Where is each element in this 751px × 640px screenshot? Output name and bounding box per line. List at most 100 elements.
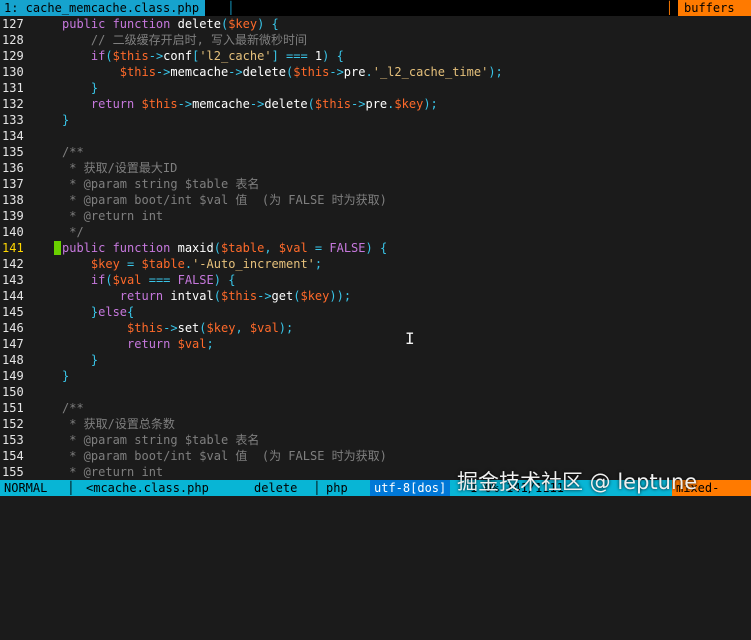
code-line[interactable]: 143 if($val === FALSE) { bbox=[0, 272, 751, 288]
line-number: 152 bbox=[2, 417, 24, 431]
code-line[interactable]: 133} bbox=[0, 112, 751, 128]
code-token: ] === bbox=[271, 49, 315, 63]
separator-icon: ▕ bbox=[310, 481, 318, 495]
line-number: 129 bbox=[2, 49, 24, 63]
code-text: // 二级缓存开启时, 写入最新微秒时间 bbox=[62, 32, 307, 48]
code-line[interactable]: 131 } bbox=[0, 80, 751, 96]
code-line[interactable]: 135 /** bbox=[0, 144, 751, 160]
code-token: pre bbox=[365, 97, 388, 111]
tab-separator-icon: ▕ bbox=[224, 1, 232, 15]
line-number: 146 bbox=[2, 321, 24, 335]
code-line[interactable]: 142 $key = $table.'-Auto_increment'; bbox=[0, 256, 751, 272]
code-text: } bbox=[62, 112, 69, 128]
code-token: memcache bbox=[192, 97, 250, 111]
code-token: FALSE bbox=[329, 241, 366, 255]
code-line[interactable]: 145 }else{ bbox=[0, 304, 751, 320]
code-line[interactable]: 132 return $this->memcache->delete($this… bbox=[0, 96, 751, 112]
code-token: ( bbox=[307, 97, 315, 111]
line-number: 130 bbox=[2, 65, 24, 79]
code-line[interactable]: 144 return intval($this->get($key)); bbox=[0, 288, 751, 304]
code-token: // 二级缓存开启时, 写入最新微秒时间 bbox=[62, 33, 308, 47]
status-function: delete bbox=[254, 481, 298, 495]
code-token: } bbox=[62, 369, 70, 383]
code-line[interactable]: 150 bbox=[0, 384, 751, 400]
code-token: $this bbox=[62, 65, 156, 79]
code-text: return $this->memcache->delete($this->pr… bbox=[62, 96, 438, 112]
line-number: 128 bbox=[2, 33, 24, 47]
code-text: * @param string $table 表名 bbox=[62, 176, 259, 192]
code-line[interactable]: 140 */ bbox=[0, 224, 751, 240]
code-token: { bbox=[127, 305, 135, 319]
code-text: * @param string $table 表名 bbox=[62, 432, 259, 448]
code-line[interactable]: 128 // 二级缓存开启时, 写入最新微秒时间 bbox=[0, 32, 751, 48]
status-file-name: <mcache.class.php bbox=[86, 481, 209, 495]
code-line[interactable]: 152 * 获取/设置总条数 bbox=[0, 416, 751, 432]
code-token: FALSE bbox=[177, 273, 214, 287]
code-text: $key = $table.'-Auto_increment'; bbox=[62, 256, 322, 272]
code-token: $this bbox=[62, 321, 164, 335]
code-token: * @return int bbox=[62, 209, 164, 223]
code-line[interactable]: 149} bbox=[0, 368, 751, 384]
code-token: === bbox=[141, 273, 178, 287]
code-text: public function maxid($table, $val = FAL… bbox=[62, 240, 387, 256]
code-text: public function delete($key) { bbox=[62, 16, 279, 32]
code-text: * @param boot/int $val 值 (为 FALSE 时为获取) bbox=[62, 192, 387, 208]
code-line[interactable]: 134 bbox=[0, 128, 751, 144]
code-token: $key bbox=[228, 17, 258, 31]
line-number: 148 bbox=[2, 353, 24, 367]
line-number: 127 bbox=[2, 17, 24, 31]
code-line[interactable]: 136 * 获取/设置最大ID bbox=[0, 160, 751, 176]
code-token: '_l2_cache_time' bbox=[372, 65, 489, 79]
code-line[interactable]: 141 public function maxid($table, $val = … bbox=[0, 240, 751, 256]
code-token: get bbox=[271, 289, 294, 303]
tab-cache-memcache[interactable]: 1: cache_memcache.class.php bbox=[0, 0, 206, 16]
code-token: $val bbox=[249, 321, 279, 335]
code-token: ); bbox=[278, 321, 294, 335]
code-line[interactable]: 154 * @param boot/int $val 值 (为 FALSE 时为… bbox=[0, 448, 751, 464]
command-line[interactable] bbox=[0, 496, 751, 512]
code-editor[interactable]: 127 public function delete($key) {128 // … bbox=[0, 16, 751, 480]
code-line[interactable]: 139 * @return int bbox=[0, 208, 751, 224]
line-number: 155 bbox=[2, 465, 24, 479]
code-line[interactable]: 148 } bbox=[0, 352, 751, 368]
code-token: pre bbox=[343, 65, 366, 79]
line-number: 145 bbox=[2, 305, 24, 319]
code-line[interactable]: 138 * @param boot/int $val 值 (为 FALSE 时为… bbox=[0, 192, 751, 208]
watermark: 掘金技术社区 @ leptune bbox=[457, 470, 698, 494]
code-token: /** bbox=[62, 145, 84, 159]
code-token: $key bbox=[62, 257, 120, 271]
code-line[interactable]: 146 $this->set($key, $val); bbox=[0, 320, 751, 336]
mode-indicator: NORMAL bbox=[0, 480, 52, 496]
code-token: ) { bbox=[213, 273, 236, 287]
code-token: ); bbox=[488, 65, 503, 79]
line-number: 154 bbox=[2, 449, 24, 463]
code-line[interactable]: 129 if($this->conf['l2_cache'] === 1) { bbox=[0, 48, 751, 64]
code-line[interactable]: 151 /** bbox=[0, 400, 751, 416]
code-text: return intval($this->get($key)); bbox=[62, 288, 351, 304]
code-token: * @return int bbox=[62, 465, 164, 479]
code-line[interactable]: 137 * @param string $table 表名 bbox=[0, 176, 751, 192]
code-token: = bbox=[119, 257, 142, 271]
status-encoding: utf-8[dos] bbox=[370, 480, 451, 496]
mouse-cursor-icon: I bbox=[405, 329, 415, 348]
buffers-label[interactable]: buffers bbox=[678, 0, 751, 16]
code-line[interactable]: 153 * @param string $table 表名 bbox=[0, 432, 751, 448]
code-token: conf bbox=[163, 49, 193, 63]
code-token: } bbox=[62, 353, 99, 367]
code-token: -> bbox=[155, 65, 171, 79]
code-token: * 获取/设置最大ID bbox=[62, 161, 178, 175]
code-token: -> bbox=[177, 97, 193, 111]
code-line[interactable]: 130 $this->memcache->delete($this->pre.'… bbox=[0, 64, 751, 80]
code-token: } bbox=[62, 305, 99, 319]
code-line[interactable]: 127 public function delete($key) { bbox=[0, 16, 751, 32]
line-number: 142 bbox=[2, 257, 24, 271]
code-token: ( bbox=[213, 289, 221, 303]
code-token: maxid bbox=[177, 241, 214, 255]
code-token: * 获取/设置总条数 bbox=[62, 417, 175, 431]
code-token: -> bbox=[329, 65, 344, 79]
code-line[interactable]: 147 return $val; bbox=[0, 336, 751, 352]
line-number: 144 bbox=[2, 289, 24, 303]
code-token: if bbox=[62, 273, 106, 287]
code-token: ) { bbox=[322, 49, 344, 63]
code-text: * @param boot/int $val 值 (为 FALSE 时为获取) bbox=[62, 448, 387, 464]
